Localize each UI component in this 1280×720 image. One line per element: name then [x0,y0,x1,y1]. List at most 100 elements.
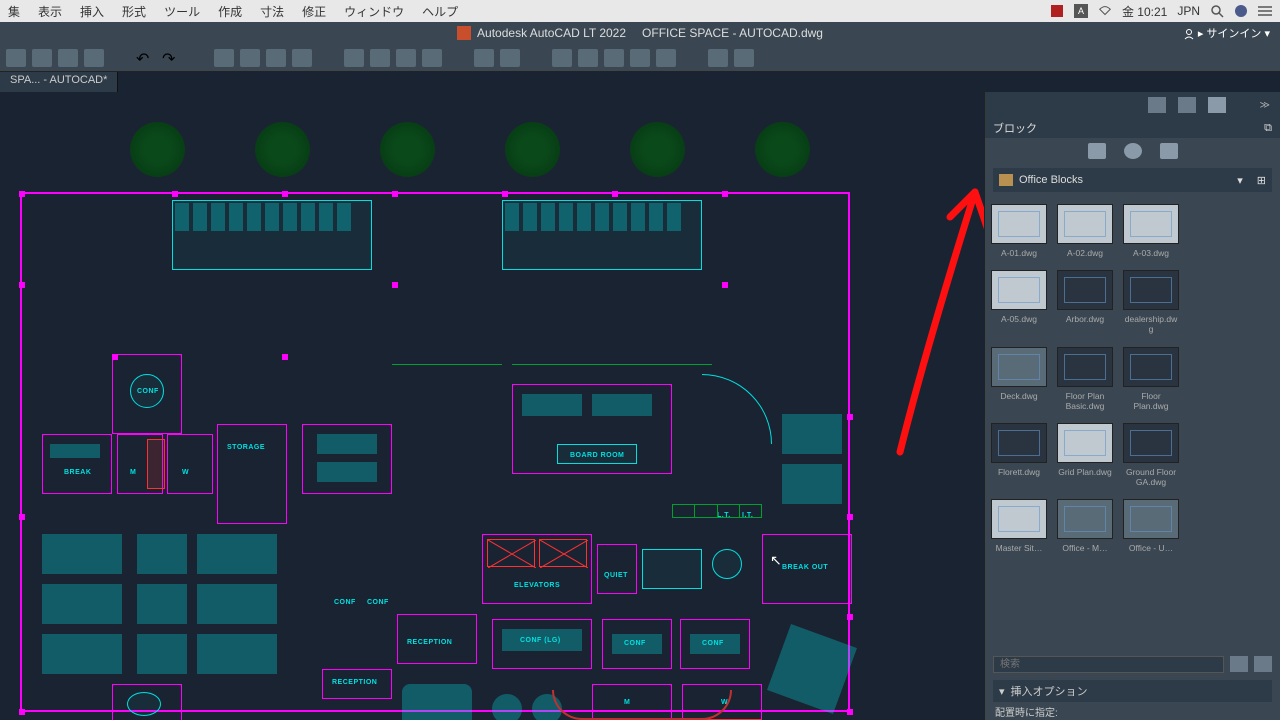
block-label: A-03.dwg [1123,248,1179,258]
drawing-canvas[interactable]: CONF STORAGE BREAK M W [0,92,984,720]
siri-icon[interactable] [1234,4,1248,18]
folder-browse-icon[interactable]: ⊞ [1257,174,1266,187]
block-thumbnail[interactable] [991,423,1047,463]
saveas-icon[interactable] [84,49,104,67]
block-item[interactable]: Office - U… [1123,499,1179,553]
search-icon[interactable] [1210,4,1224,18]
block-edit-icon[interactable] [734,49,754,67]
panel-expand-icon[interactable]: ≫ [1260,100,1270,111]
copy-icon[interactable] [370,49,390,67]
block-item[interactable]: dealership.dwg [1123,270,1179,334]
block-item[interactable]: Florett.dwg [991,423,1047,487]
new-icon[interactable] [6,49,26,67]
layer-icon[interactable] [552,49,572,67]
block-thumbnail[interactable] [1123,499,1179,539]
menu-help[interactable]: ヘルプ [422,3,458,20]
menu-edit[interactable]: 集 [8,3,20,20]
record-icon [1050,4,1064,18]
save-icon[interactable] [58,49,78,67]
plot-icon[interactable] [292,49,312,67]
menu-format[interactable]: 形式 [122,3,146,20]
menu-modify[interactable]: 修正 [302,3,326,20]
insert-options-icon[interactable] [1230,656,1248,672]
view-recent-icon[interactable] [1124,143,1142,159]
menu-insert[interactable]: 挿入 [80,3,104,20]
insert-options-toggle[interactable]: ▾挿入オプション [993,680,1272,702]
print-preview-icon[interactable] [240,49,260,67]
block-item[interactable]: A-02.dwg [1057,204,1113,258]
panel-tab-blocks-icon[interactable] [1208,97,1226,113]
block-label: A-05.dwg [991,314,1047,324]
menu-view[interactable]: 表示 [38,3,62,20]
block-thumbnail[interactable] [1057,499,1113,539]
control-center-icon[interactable] [1258,4,1272,18]
doc-tab[interactable]: SPA... - AUTOCAD* [0,72,118,92]
panel-title: ブロック [993,120,1037,136]
block-thumbnail[interactable] [1057,204,1113,244]
block-item[interactable]: Floor Plan.dwg [1123,347,1179,411]
block-item[interactable]: A-01.dwg [991,204,1047,258]
block-item[interactable]: Deck.dwg [991,347,1047,411]
block-thumbnail[interactable] [1123,423,1179,463]
block-thumbnail[interactable] [1123,270,1179,310]
clock[interactable]: 金 10:21 [1122,3,1167,20]
blocks-grid: A-01.dwg A-02.dwg A-03.dwg A-05.dwg Arbor.dw… [985,196,1280,648]
wifi-icon[interactable] [1098,4,1112,18]
paste-icon[interactable] [396,49,416,67]
panel-tab-properties-icon[interactable] [1178,97,1196,113]
view-current-icon[interactable] [1088,143,1106,159]
block-thumbnail[interactable] [991,499,1047,539]
block-thumbnail[interactable] [991,204,1047,244]
block-thumbnail[interactable] [1057,347,1113,387]
search-input[interactable] [993,656,1224,673]
panel-tabs: ≫ [985,92,1280,118]
block-item[interactable]: Floor Plan Basic.dwg [1057,347,1113,411]
block-item[interactable]: A-05.dwg [991,270,1047,334]
block-label: A-01.dwg [991,248,1047,258]
block-item[interactable]: Grid Plan.dwg [1057,423,1113,487]
menu-tools[interactable]: ツール [164,3,200,20]
main-toolbar: ↶ ↷ [0,44,1280,72]
undo-icon[interactable]: ↶ [136,49,156,67]
block-thumbnail[interactable] [1057,270,1113,310]
block-thumbnail[interactable] [991,270,1047,310]
floor-plan: CONF STORAGE BREAK M W [10,102,860,712]
block-thumbnail[interactable] [1123,347,1179,387]
layer-off-icon[interactable] [656,49,676,67]
menu-draw[interactable]: 作成 [218,3,242,20]
menu-window[interactable]: ウィンドウ [344,3,404,20]
pan-icon[interactable] [500,49,520,67]
open-icon[interactable] [32,49,52,67]
folder-selector[interactable]: Office Blocks ▾ ⊞ [993,168,1272,192]
view-library-icon[interactable] [1160,143,1178,159]
layer-states-icon[interactable] [578,49,598,67]
block-item[interactable]: A-03.dwg [1123,204,1179,258]
panel-tab-layers-icon[interactable] [1148,97,1166,113]
zoom-window-icon[interactable] [474,49,494,67]
match-icon[interactable] [422,49,442,67]
block-thumbnail[interactable] [1057,423,1113,463]
panel-undock-icon[interactable]: ⧉ [1264,122,1272,135]
language-indicator[interactable]: JPN [1177,4,1200,18]
app-titlebar: Autodesk AutoCAD LT 2022 OFFICE SPACE - … [0,22,1280,44]
layer-iso-icon[interactable] [604,49,624,67]
layer-freeze-icon[interactable] [630,49,650,67]
block-icon[interactable] [708,49,728,67]
input-mode-icon[interactable]: A [1074,4,1088,18]
folder-icon [999,174,1013,186]
block-item[interactable]: Master Sit… [991,499,1047,553]
print-icon[interactable] [214,49,234,67]
list-view-icon[interactable] [1254,656,1272,672]
cut-icon[interactable] [344,49,364,67]
block-item[interactable]: Arbor.dwg [1057,270,1113,334]
block-item[interactable]: Ground Floor GA.dwg [1123,423,1179,487]
block-thumbnail[interactable] [1123,204,1179,244]
publish-icon[interactable] [266,49,286,67]
block-thumbnail[interactable] [991,347,1047,387]
building-outline: CONF STORAGE BREAK M W [20,192,850,712]
block-item[interactable]: Office - M… [1057,499,1113,553]
redo-icon[interactable]: ↷ [162,49,182,67]
menu-dimension[interactable]: 寸法 [260,3,284,20]
folder-name: Office Blocks [1019,174,1083,186]
sign-in-button[interactable]: ▸ サインイン ▾ [1183,25,1270,41]
